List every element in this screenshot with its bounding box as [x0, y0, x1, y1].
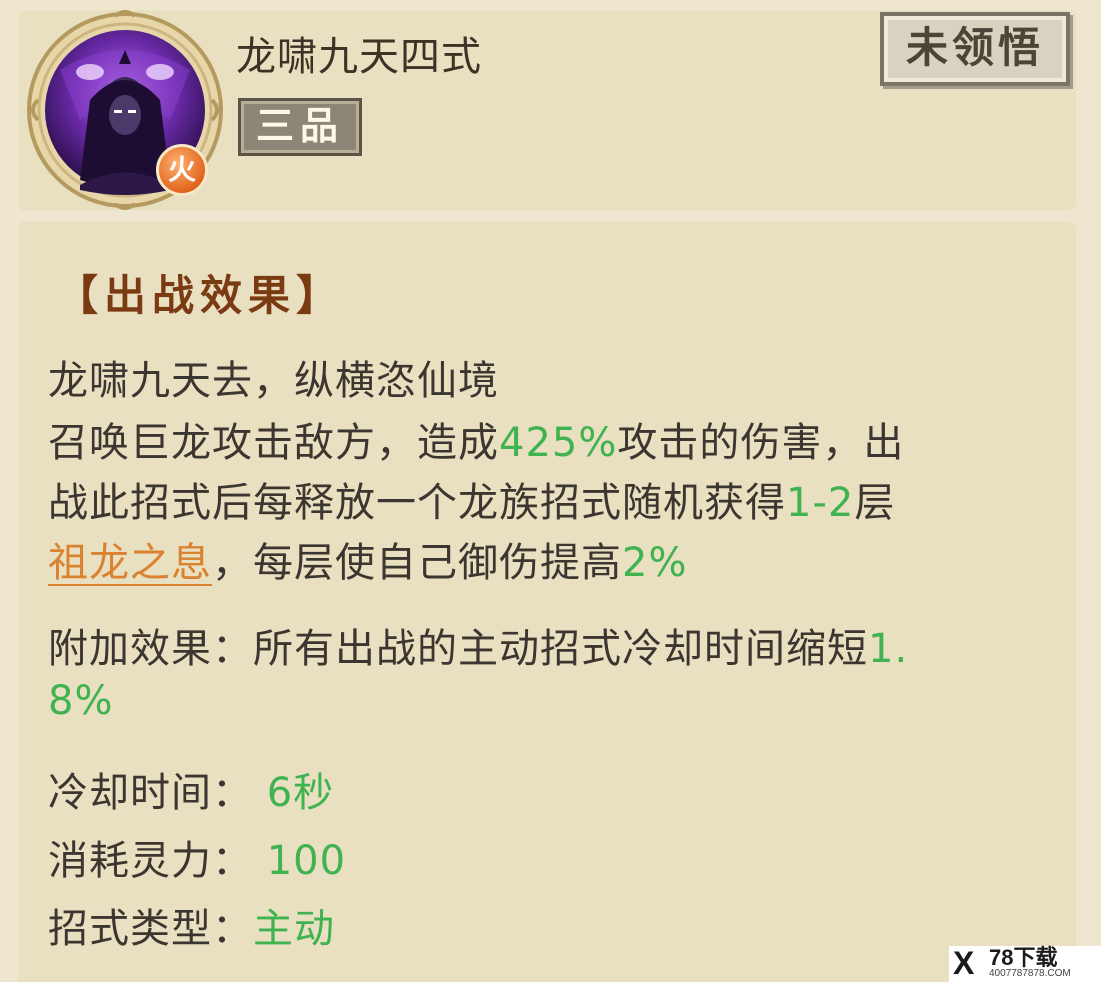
bonus-effect-line: 附加效果：所有出战的主动招式冷却时间缩短1. — [48, 616, 908, 674]
bonus-label: 附加效果：所有出战的主动招式冷却时间缩短 — [48, 626, 868, 672]
watermark-brand: 78下载 — [989, 945, 1058, 970]
desc-text: 召唤巨龙攻击敌方，造成 — [48, 420, 499, 466]
skill-name: 龙啸九天四式 — [236, 34, 482, 80]
watermark-logo: X 78下载 4007787878.COM — [949, 946, 1101, 982]
effect-description-line: 战此招式后每释放一个龙族招式随机获得1-2层 — [48, 470, 895, 528]
watermark-url: 4007787878.COM — [989, 968, 1071, 979]
desc-text: 攻击的伤害，出 — [617, 420, 905, 466]
skill-type-value: 主动 — [253, 906, 335, 952]
skill-type-label: 招式类型： — [48, 906, 253, 952]
skill-type-row: 招式类型：主动 — [48, 896, 335, 954]
effect-description-line: 召唤巨龙攻击敌方，造成425%攻击的伤害，出 — [48, 410, 904, 468]
bonus-value-part: 1. — [868, 626, 909, 672]
comprehension-status-badge[interactable]: 未领悟 — [880, 12, 1070, 86]
desc-text: 层 — [854, 480, 896, 526]
grade-badge: 三品 — [238, 98, 362, 156]
watermark-x-icon: X — [953, 945, 975, 981]
cooldown-row: 冷却时间： 6秒 — [48, 760, 334, 818]
fire-element-badge: 火 — [156, 144, 208, 196]
damage-percent-value: 425% — [499, 420, 618, 466]
effect-description-line: 祖龙之息，每层使自己御伤提高2% — [48, 530, 687, 588]
bonus-value-part: 8% — [48, 678, 114, 724]
defense-bonus-value: 2% — [622, 540, 688, 586]
spirit-cost-value: 100 — [266, 838, 347, 884]
stack-count-value: 1-2 — [786, 480, 855, 526]
ancestral-dragon-breath-link[interactable]: 祖龙之息 — [48, 540, 212, 586]
desc-text: ，每层使自己御伤提高 — [212, 540, 622, 586]
cooldown-value: 6秒 — [266, 770, 335, 816]
spirit-cost-label: 消耗灵力： — [48, 838, 253, 884]
flavor-text: 龙啸九天去，纵横恣仙境 — [48, 358, 499, 404]
desc-text: 战此招式后每释放一个龙族招式随机获得 — [48, 480, 786, 526]
section-title-battle-effect: 【出战效果】 — [56, 271, 345, 320]
cooldown-label: 冷却时间： — [48, 770, 253, 816]
spirit-cost-row: 消耗灵力： 100 — [48, 828, 346, 886]
